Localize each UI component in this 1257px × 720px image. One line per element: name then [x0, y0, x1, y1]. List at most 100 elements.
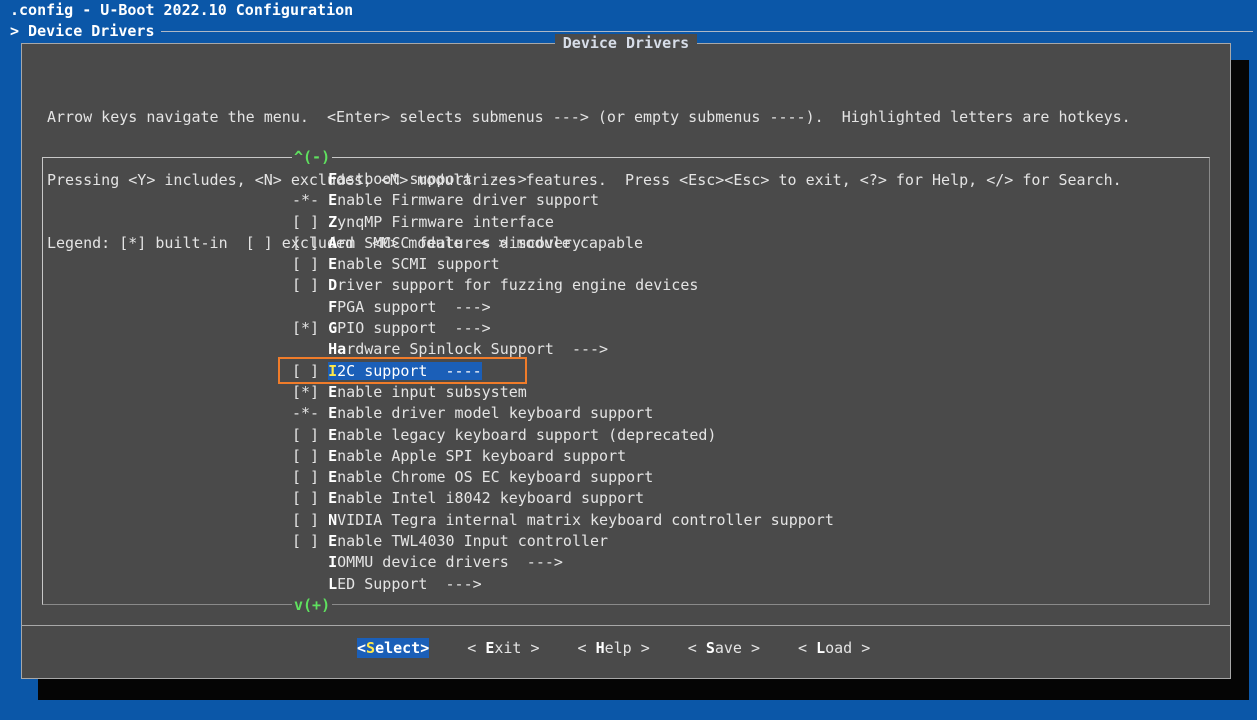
- button-bracket: <: [687, 639, 706, 657]
- menu-item-label: Fastboot support --->: [328, 170, 527, 188]
- button-save[interactable]: < Save >: [688, 638, 760, 658]
- breadcrumb-divider: [160, 30, 1253, 32]
- menu-item-hotkey: E: [328, 404, 338, 423]
- terminal-scrollbar[interactable]: [1231, 60, 1249, 700]
- menu-item-text: astboot support --->: [337, 170, 527, 188]
- menu-item-state[interactable]: [ ]: [292, 234, 328, 252]
- terminal-window: .config - U-Boot 2022.10 Configuration >…: [0, 0, 1257, 720]
- menu-item[interactable]: [ ] Enable SCMI support: [292, 254, 834, 275]
- menu-item-text: nable legacy keyboard support (deprecate…: [337, 425, 717, 444]
- menu-item[interactable]: -*- Enable driver model keyboard support: [292, 403, 834, 424]
- menu-item-state[interactable]: [292, 298, 328, 316]
- button-label: ave >: [714, 639, 760, 657]
- dialog-title-text: Device Drivers: [554, 34, 698, 52]
- config-title: .config - U-Boot 2022.10 Configuration: [10, 1, 354, 19]
- menu-item-label: Enable legacy keyboard support (deprecat…: [328, 426, 716, 444]
- menu-item-state[interactable]: [ ]: [292, 468, 328, 486]
- menu-item-text: nable TWL4030 Input controller: [337, 532, 609, 551]
- button-help[interactable]: < Help >: [578, 638, 650, 658]
- menu-item-state[interactable]: [ ]: [292, 255, 328, 273]
- menu-item-label: NVIDIA Tegra internal matrix keyboard co…: [328, 511, 834, 529]
- menu-item-label: Hardware Spinlock Support --->: [328, 340, 608, 358]
- menu-item[interactable]: [*] Enable input subsystem: [292, 382, 834, 403]
- menu-item-hotkey: E: [328, 468, 338, 487]
- menu-item[interactable]: LED Support --->: [292, 574, 834, 595]
- menu-item[interactable]: [ ] Arm SMCCC features discovery: [292, 233, 834, 254]
- menu-item-state[interactable]: [ ]: [292, 213, 328, 231]
- menu-item-state[interactable]: [ ]: [292, 489, 328, 507]
- button-label: xit >: [494, 639, 540, 657]
- menu-item-state[interactable]: [ ]: [292, 511, 328, 529]
- menu-item[interactable]: [ ] NVIDIA Tegra internal matrix keyboar…: [292, 510, 834, 531]
- menu-dialog: Device Drivers Arrow keys navigate the m…: [21, 34, 1231, 679]
- menu-item-hotkey: E: [328, 425, 338, 444]
- menu-item-state[interactable]: [292, 170, 328, 188]
- button-hotkey: L: [816, 639, 826, 657]
- menu-item-hotkey: E: [328, 532, 338, 551]
- menu-item-state[interactable]: [ ]: [292, 276, 328, 294]
- menu-item[interactable]: [ ] Enable Intel i8042 keyboard support: [292, 488, 834, 509]
- menu-item-label: Enable TWL4030 Input controller: [328, 532, 608, 550]
- menu-item-hotkey: Z: [328, 212, 338, 231]
- button-label: elp >: [604, 639, 650, 657]
- menu-item-state[interactable]: -*-: [292, 404, 328, 422]
- menu-item-text: ynqMP Firmware interface: [337, 212, 554, 231]
- dialog-title: Device Drivers: [22, 33, 1230, 53]
- menu-item[interactable]: Hardware Spinlock Support --->: [292, 339, 834, 360]
- menu-item-state[interactable]: [292, 575, 328, 593]
- menu-item[interactable]: FPGA support --->: [292, 297, 834, 318]
- menu-item-text: PIO support --->: [337, 319, 491, 338]
- menu-item-label: Enable Apple SPI keyboard support: [328, 447, 626, 465]
- button-bracket: <: [467, 639, 486, 657]
- menu-item[interactable]: Fastboot support --->: [292, 169, 834, 190]
- menu-item[interactable]: [ ] ZynqMP Firmware interface: [292, 212, 834, 233]
- menu-item-state[interactable]: [ ]: [292, 447, 328, 465]
- menu-item[interactable]: IOMMU device drivers --->: [292, 552, 834, 573]
- menu-item-text: OMMU device drivers --->: [337, 553, 563, 572]
- scroll-up-indicator[interactable]: ^(-): [292, 147, 333, 167]
- button-load[interactable]: < Load >: [798, 638, 870, 658]
- menu-item[interactable]: [ ] Enable Chrome OS EC keyboard support: [292, 467, 834, 488]
- button-bracket: <: [577, 639, 596, 657]
- menu-item-hotkey: E: [328, 489, 338, 508]
- menu-item-hotkey: G: [328, 319, 338, 338]
- menu-item-state[interactable]: [*]: [292, 319, 328, 337]
- menu-item[interactable]: [ ] I2C support ----: [292, 361, 834, 382]
- menu-item-state[interactable]: [*]: [292, 383, 328, 401]
- button-bracket: <: [357, 639, 367, 657]
- button-hotkey: S: [366, 639, 376, 657]
- menu-item-label: Enable SCMI support: [328, 255, 500, 273]
- menu-item-state[interactable]: [ ]: [292, 426, 328, 444]
- menu-item-hotkey: N: [328, 510, 338, 529]
- menu-item[interactable]: [ ] Enable Apple SPI keyboard support: [292, 446, 834, 467]
- button-hotkey: E: [485, 639, 495, 657]
- menu-item[interactable]: -*- Enable Firmware driver support: [292, 190, 834, 211]
- menu-item-text: nable Firmware driver support: [337, 191, 600, 210]
- help-line: Arrow keys navigate the menu. <Enter> se…: [47, 108, 1131, 126]
- menu-item-state[interactable]: [ ]: [292, 362, 328, 380]
- menu-item[interactable]: [ ] Driver support for fuzzing engine de…: [292, 275, 834, 296]
- menu-item-label: I2C support ----: [328, 361, 482, 380]
- menu-item-hotkey: I: [328, 361, 338, 380]
- button-label: elect>: [375, 639, 430, 657]
- menu-item[interactable]: [ ] Enable TWL4030 Input controller: [292, 531, 834, 552]
- menu-item-state[interactable]: -*-: [292, 191, 328, 209]
- button-select[interactable]: <Select>: [357, 638, 430, 658]
- menu-item-state[interactable]: [292, 553, 328, 571]
- button-bar: <Select> < Exit > < Help > < Save > < Load >: [357, 638, 908, 658]
- menu-item[interactable]: [*] GPIO support --->: [292, 318, 834, 339]
- scroll-down-indicator[interactable]: v(+): [292, 595, 333, 615]
- button-hotkey: H: [595, 639, 605, 657]
- menu-item-label: LED Support --->: [328, 575, 482, 593]
- menu-box: ^(-) Fastboot support ---> -*- Enable Fir…: [42, 147, 1210, 615]
- menu-item-label: Driver support for fuzzing engine device…: [328, 276, 698, 294]
- button-exit[interactable]: < Exit >: [467, 638, 539, 658]
- menu-item-state[interactable]: [292, 340, 328, 358]
- menu-item-label: IOMMU device drivers --->: [328, 553, 563, 571]
- menu-item-state[interactable]: [ ]: [292, 532, 328, 550]
- menu-item[interactable]: [ ] Enable legacy keyboard support (depr…: [292, 425, 834, 446]
- menu-item-label: Enable Firmware driver support: [328, 191, 599, 209]
- menu-item-text: 2C support ----: [337, 361, 482, 380]
- menu-item-label: GPIO support --->: [328, 319, 491, 337]
- button-hotkey: S: [705, 639, 715, 657]
